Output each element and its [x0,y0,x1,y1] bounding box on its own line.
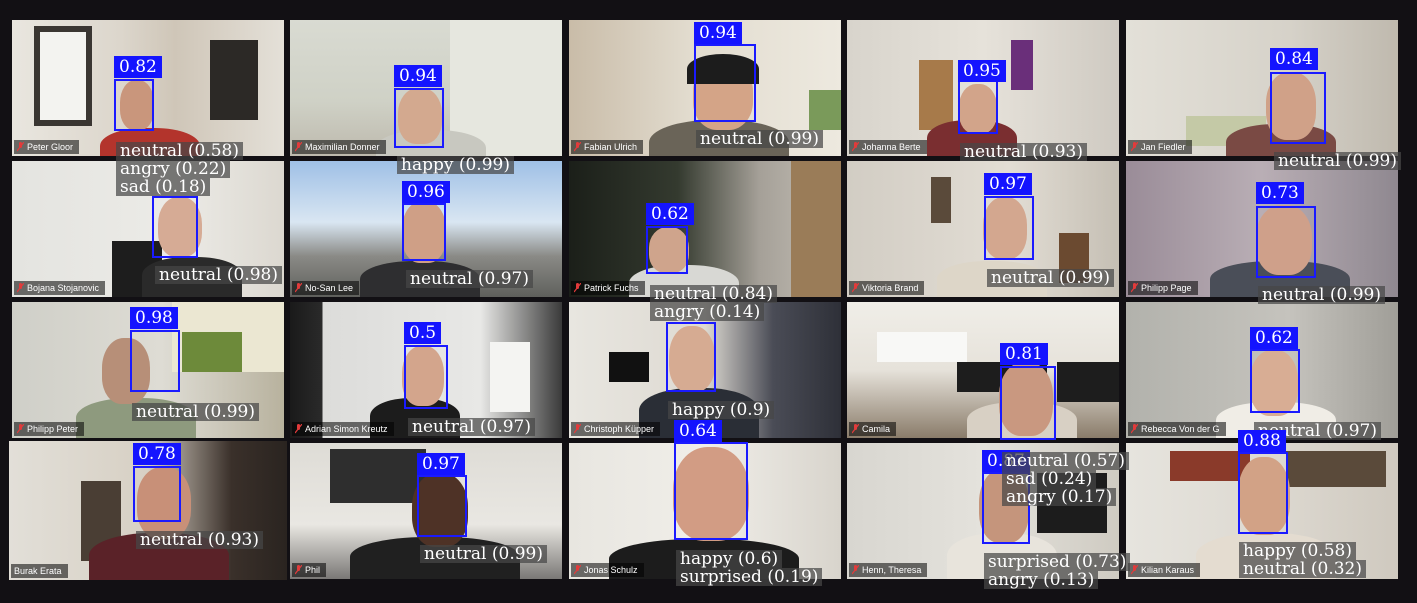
participant-name-bar: Christoph Küpper [571,422,661,436]
video-tile[interactable]: Viktoria Brand [847,161,1119,297]
participant-name: Kilian Karaus [1141,565,1195,575]
participant-name: Philipp Page [1141,283,1192,293]
participant-name-bar: Philipp Peter [14,422,85,436]
participant-name-bar: Johanna Berte [849,140,927,154]
video-tile[interactable]: Christoph Küpper [569,302,841,438]
participant-name: Henn, Theresa [862,565,922,575]
participant-name-bar: Burak Erata [11,564,68,578]
mic-muted-icon [1131,565,1138,575]
participant-name-bar: Bojana Stojanovic [14,281,106,295]
video-tile[interactable]: Phil [290,443,562,579]
mic-muted-icon [852,565,859,575]
video-tile[interactable]: Patrick Fuchs [569,161,841,297]
participant-name: Peter Gloor [27,142,74,152]
participant-name: Maximilian Donner [305,142,380,152]
mic-muted-icon [295,424,302,434]
participant-name-bar: Henn, Theresa [849,563,928,577]
participant-name: Adrian Simon Kreutz [305,424,388,434]
participant-name-bar: Patrick Fuchs [571,281,645,295]
mic-muted-icon [1131,283,1138,293]
video-tile[interactable]: Kilian Karaus [1126,443,1398,579]
participant-name: Christoph Küpper [584,424,655,434]
video-tile[interactable]: Camila [847,302,1119,438]
mic-muted-icon [574,142,581,152]
participant-name: Patrick Fuchs [584,283,639,293]
video-tile-active-speaker[interactable]: Burak Erata [9,441,287,580]
video-tile[interactable]: Rebecca Von der G [1126,302,1398,438]
participant-name-bar: Camila [849,422,897,436]
video-tile[interactable]: Maximilian Donner [290,20,562,156]
participant-name-bar: Maximilian Donner [292,140,386,154]
mic-muted-icon [295,283,302,293]
mic-muted-icon [852,142,859,152]
participant-name-bar: Viktoria Brand [849,281,925,295]
participant-name-bar: Rebecca Von der G [1128,422,1226,436]
participant-name-bar: Jonas Schulz [571,563,644,577]
mic-muted-icon [574,283,581,293]
mic-muted-icon [1131,142,1138,152]
mic-muted-icon [574,424,581,434]
video-tile[interactable]: Johanna Berte [847,20,1119,156]
participant-name-bar: Peter Gloor [14,140,80,154]
participant-name-bar: Phil [292,563,327,577]
participant-name: Viktoria Brand [862,283,919,293]
video-tile[interactable]: Philipp Peter [12,302,284,438]
participant-name: Philipp Peter [27,424,79,434]
mic-muted-icon [1131,424,1138,434]
participant-name: No-San Lee [305,283,354,293]
participant-name-bar: Adrian Simon Kreutz [292,422,394,436]
mic-muted-icon [295,142,302,152]
participant-name: Camila [862,424,891,434]
mic-muted-icon [17,424,24,434]
participant-name: Johanna Berte [862,142,921,152]
participant-name: Phil [305,565,321,575]
participant-name-bar: Philipp Page [1128,281,1198,295]
video-tile[interactable]: Bojana Stojanovic [12,161,284,297]
mic-muted-icon [852,283,859,293]
mic-muted-icon [852,424,859,434]
participant-name-bar: Kilian Karaus [1128,563,1201,577]
participant-name-bar: Fabian Ulrich [571,140,644,154]
participant-name: Jan Fiedler [1141,142,1186,152]
participant-name: Burak Erata [14,566,62,576]
mic-muted-icon [17,283,24,293]
participant-name-bar: No-San Lee [292,281,360,295]
video-tile[interactable]: Fabian Ulrich [569,20,841,156]
video-tile[interactable]: Henn, Theresa [847,443,1119,579]
participant-name: Bojana Stojanovic [27,283,100,293]
video-tile[interactable]: Jan Fiedler [1126,20,1398,156]
video-tile[interactable]: Jonas Schulz [569,443,841,579]
video-tile[interactable]: Peter Gloor [12,20,284,156]
video-tile[interactable]: Philipp Page [1126,161,1398,297]
participant-name: Rebecca Von der G [1141,424,1220,434]
mic-muted-icon [295,565,302,575]
participant-name-bar: Jan Fiedler [1128,140,1192,154]
mic-muted-icon [574,565,581,575]
video-tile[interactable]: Adrian Simon Kreutz [290,302,562,438]
video-tile[interactable]: No-San Lee [290,161,562,297]
participant-name: Jonas Schulz [584,565,638,575]
participant-name: Fabian Ulrich [584,142,638,152]
mic-muted-icon [17,142,24,152]
